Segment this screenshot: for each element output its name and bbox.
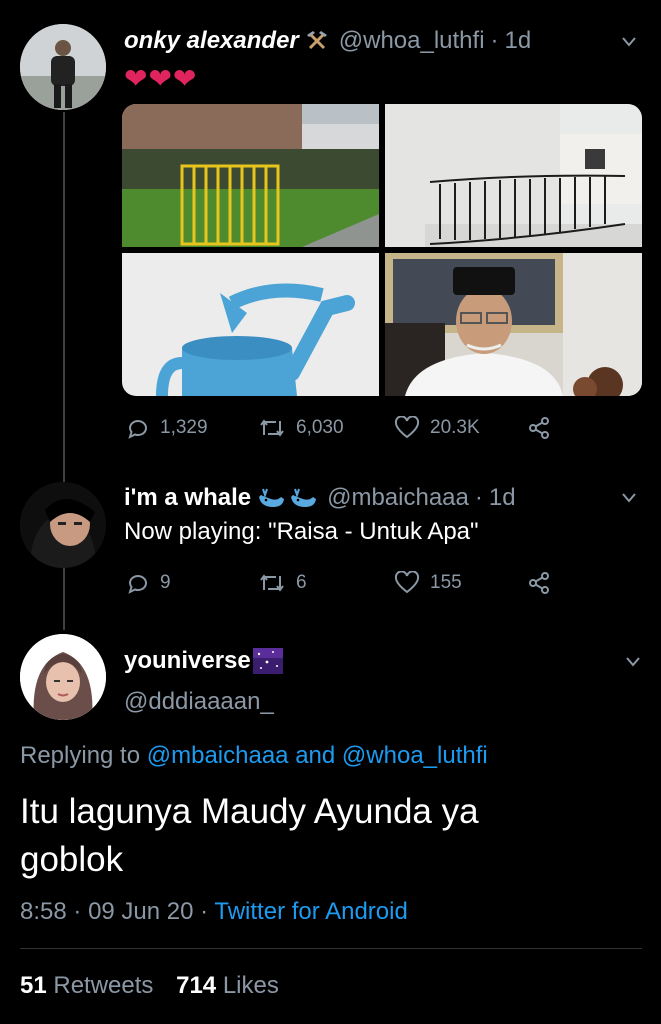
tweet1-hearts: ❤❤❤ — [124, 63, 198, 94]
tweet1-header: onky alexander @whoa_luthfi · 1d — [124, 24, 531, 58]
like-icon — [394, 416, 420, 439]
tweet1-retweet-button[interactable]: 6,030 — [258, 416, 344, 440]
main-time[interactable]: 8:58 — [20, 898, 67, 925]
tweet2-retweet-count: 6 — [296, 572, 307, 593]
tweet2-time[interactable]: 1d — [489, 484, 516, 512]
retweets-stat[interactable]: 51 Retweets — [20, 972, 160, 999]
tweet1-time[interactable]: 1d — [505, 27, 532, 55]
retweet-icon — [260, 574, 284, 592]
media-image-balcony[interactable] — [385, 104, 642, 247]
like-icon — [394, 571, 420, 594]
share-icon — [529, 572, 549, 594]
avatar-youniverse[interactable] — [20, 634, 106, 720]
tweet1-reply-count: 1,329 — [160, 417, 208, 438]
tweet2-header: i'm a whale @mbaichaaa · 1d — [124, 482, 516, 514]
tweet1-reply-button[interactable]: 1,329 — [126, 416, 208, 440]
retweet-icon — [260, 419, 284, 437]
main-tweet-text-line2: goblok — [20, 840, 124, 879]
main-display-name[interactable]: youniverse — [124, 647, 251, 675]
avatar-whale[interactable] — [20, 482, 106, 568]
tweet2-retweet-button[interactable]: 6 — [258, 571, 307, 595]
divider — [20, 948, 642, 949]
main-handle[interactable]: @dddiaaaan_ — [124, 688, 274, 716]
whale-icon — [257, 487, 319, 509]
tweet2-separator: · — [474, 484, 483, 511]
thread-line-2 — [63, 568, 65, 630]
avatar-onky[interactable] — [20, 24, 106, 110]
hammer-pick-icon — [305, 29, 329, 53]
retweets-count: 51 — [20, 972, 47, 999]
main-timestamp-row: 8:58 · 09 Jun 20 · Twitter for Android — [20, 898, 408, 926]
tweet1-like-count: 20.3K — [430, 417, 480, 438]
reply-mention-and: and — [295, 742, 336, 769]
tweet2-share-button[interactable] — [527, 571, 551, 595]
tweet2-reply-count: 9 — [160, 572, 171, 593]
chevron-down-icon[interactable] — [622, 490, 636, 503]
reply-mention-mbaichaaa[interactable]: @mbaichaaa — [147, 742, 289, 769]
chevron-down-icon[interactable] — [626, 654, 640, 667]
retweets-label: Retweets — [53, 972, 154, 999]
likes-label: Likes — [222, 972, 279, 999]
likes-stat[interactable]: 714 Likes — [176, 972, 279, 999]
share-icon — [529, 417, 549, 439]
reply-mention-whoa-luthfi[interactable]: @whoa_luthfi — [342, 742, 488, 769]
tweet1-share-button[interactable] — [527, 416, 551, 440]
thread-line-1 — [63, 112, 65, 482]
main-display-name-row: youniverse — [124, 646, 283, 676]
tweet2-display-name[interactable]: i'm a whale — [124, 484, 251, 512]
replying-to-line: Replying to @mbaichaaa and @whoa_luthfi — [20, 742, 488, 770]
tweet2-text: Now playing: "Raisa - Untuk Apa" — [124, 518, 479, 545]
media-image-watering-can[interactable] — [122, 253, 379, 396]
main-tweet-text-line1: Itu lagunya Maudy Ayunda ya — [20, 792, 479, 831]
tweet1-handle[interactable]: @whoa_luthfi — [339, 27, 485, 55]
reply-icon — [128, 420, 147, 439]
media-image-gate[interactable] — [122, 104, 379, 247]
galaxy-icon — [252, 648, 283, 674]
likes-count: 714 — [176, 972, 217, 999]
main-client-link[interactable]: Twitter for Android — [214, 898, 407, 925]
tweet1-like-button[interactable]: 20.3K — [394, 416, 480, 440]
main-sep-1: · — [73, 898, 82, 925]
tweet1-display-name[interactable]: onky alexander — [124, 27, 299, 55]
main-tweet-text: Itu lagunya Maudy Ayunda ya goblok — [20, 788, 479, 884]
tweet1-media-grid[interactable] — [122, 104, 642, 396]
main-date[interactable]: 09 Jun 20 — [88, 898, 193, 925]
tweet2-reply-button[interactable]: 9 — [126, 571, 171, 595]
engagement-row: 51 Retweets 714 Likes — [20, 972, 279, 1000]
tweet2-like-count: 155 — [430, 572, 462, 593]
chevron-down-icon[interactable] — [622, 34, 636, 47]
replying-to-label: Replying to — [20, 742, 141, 769]
tweet1-retweet-count: 6,030 — [296, 417, 344, 438]
tweet1-separator: · — [490, 27, 499, 54]
reply-icon — [128, 575, 147, 594]
tweet2-handle[interactable]: @mbaichaaa — [327, 484, 469, 512]
media-image-man[interactable] — [385, 253, 642, 396]
main-sep-2: · — [200, 898, 209, 925]
tweet2-like-button[interactable]: 155 — [394, 571, 462, 595]
